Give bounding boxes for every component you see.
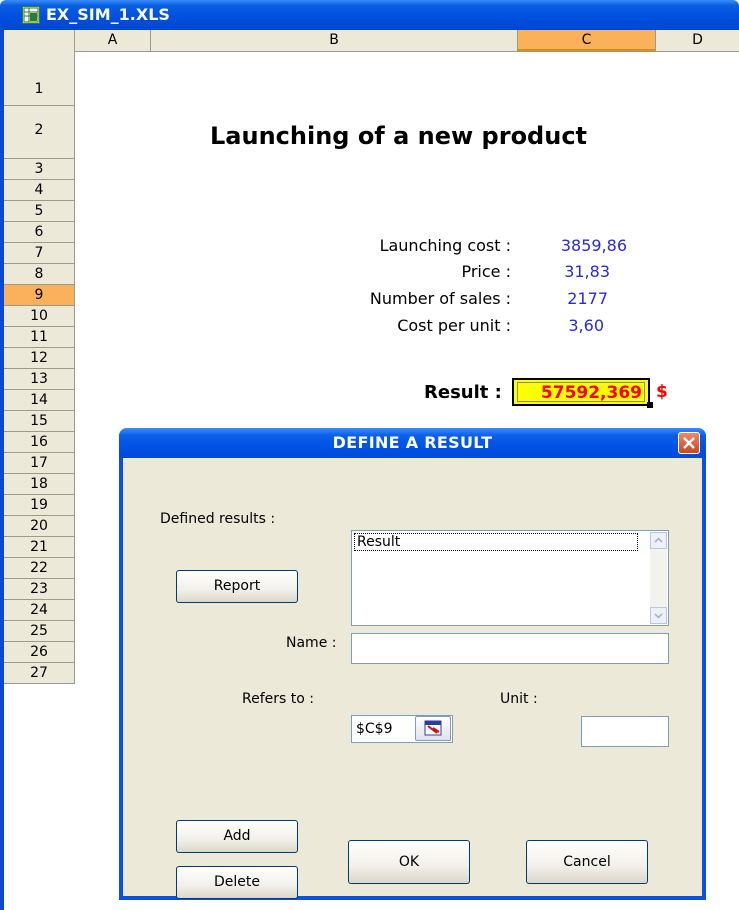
- row-header[interactable]: 13: [4, 369, 75, 390]
- launching-cost-value[interactable]: 3859,86: [561, 236, 627, 255]
- row-header[interactable]: 5: [4, 201, 75, 222]
- row-header[interactable]: 4: [4, 180, 75, 201]
- number-of-sales-value[interactable]: 2177: [567, 289, 608, 308]
- fill-handle[interactable]: [647, 402, 653, 408]
- select-all-corner[interactable]: [4, 30, 75, 51]
- scroll-down-button[interactable]: [650, 607, 667, 624]
- close-icon: [683, 437, 695, 449]
- row-header[interactable]: 21: [4, 537, 75, 558]
- row-header[interactable]: 27: [4, 663, 75, 684]
- row-header[interactable]: 22: [4, 558, 75, 579]
- row-header[interactable]: 7: [4, 243, 75, 264]
- excel-sheet-icon: [22, 6, 40, 24]
- name-label: Name :: [286, 635, 337, 651]
- row-header[interactable]: 25: [4, 621, 75, 642]
- define-result-dialog: DEFINE A RESULT Defined results : Result: [119, 428, 706, 900]
- column-headers: A B C D: [4, 30, 739, 52]
- list-item[interactable]: Result: [354, 533, 638, 551]
- defined-results-label: Defined results :: [160, 511, 276, 527]
- row-header[interactable]: 12: [4, 348, 75, 369]
- column-header-a[interactable]: A: [75, 30, 151, 51]
- delete-button[interactable]: Delete: [176, 866, 298, 899]
- dialog-title: DEFINE A RESULT: [332, 433, 493, 452]
- row-header[interactable]: 2: [4, 106, 75, 159]
- cancel-button[interactable]: Cancel: [526, 840, 648, 884]
- result-value: 57592,369: [517, 382, 645, 403]
- row-header[interactable]: 26: [4, 642, 75, 663]
- number-of-sales-label[interactable]: Number of sales :: [370, 289, 511, 308]
- list-scrollbar[interactable]: [650, 532, 667, 624]
- row-header[interactable]: 19: [4, 495, 75, 516]
- price-value[interactable]: 31,83: [564, 262, 610, 281]
- ok-button[interactable]: OK: [348, 840, 470, 884]
- column-header-b[interactable]: B: [151, 30, 518, 51]
- launching-cost-label[interactable]: Launching cost :: [380, 236, 511, 255]
- cost-per-unit-label[interactable]: Cost per unit :: [397, 316, 511, 335]
- range-picker-button[interactable]: [415, 716, 451, 741]
- report-button[interactable]: Report: [176, 570, 298, 603]
- row-header-selected[interactable]: 9: [4, 285, 75, 306]
- row-header[interactable]: 6: [4, 222, 75, 243]
- scroll-up-button[interactable]: [650, 532, 667, 549]
- window-title: EX_SIM_1.XLS: [46, 5, 170, 24]
- dialog-body: Defined results : Result Report Name : R…: [123, 458, 702, 899]
- name-input[interactable]: [351, 633, 669, 664]
- row-header[interactable]: 15: [4, 411, 75, 432]
- result-cell-c9[interactable]: 57592,369: [512, 378, 650, 406]
- sheet-title[interactable]: Launching of a new product: [210, 122, 587, 150]
- row-header[interactable]: 18: [4, 474, 75, 495]
- refers-to-label: Refers to :: [242, 691, 314, 707]
- row-header[interactable]: 20: [4, 516, 75, 537]
- unit-input[interactable]: [581, 716, 669, 747]
- window-titlebar[interactable]: EX_SIM_1.XLS: [0, 0, 739, 30]
- defined-results-list[interactable]: Result: [351, 530, 669, 626]
- unit-label: Unit :: [500, 691, 538, 707]
- row-header[interactable]: 16: [4, 432, 75, 453]
- row-header[interactable]: 24: [4, 600, 75, 621]
- add-button[interactable]: Add: [176, 820, 298, 853]
- chevron-down-icon: [654, 613, 663, 619]
- result-unit[interactable]: $: [656, 382, 668, 402]
- column-header-c[interactable]: C: [518, 30, 656, 51]
- row-header[interactable]: 10: [4, 306, 75, 327]
- row-header[interactable]: 1: [4, 51, 75, 106]
- cost-per-unit-value[interactable]: 3,60: [568, 316, 604, 335]
- row-header[interactable]: 14: [4, 390, 75, 411]
- row-header[interactable]: 8: [4, 264, 75, 285]
- dialog-titlebar[interactable]: DEFINE A RESULT: [119, 428, 706, 458]
- row-header[interactable]: 23: [4, 579, 75, 600]
- row-header[interactable]: 17: [4, 453, 75, 474]
- result-label[interactable]: Result :: [424, 382, 502, 403]
- column-header-d[interactable]: D: [656, 30, 739, 51]
- close-button[interactable]: [678, 432, 700, 454]
- row-header[interactable]: 11: [4, 327, 75, 348]
- chevron-up-icon: [654, 537, 663, 543]
- price-label[interactable]: Price :: [461, 262, 511, 281]
- row-header[interactable]: 3: [4, 159, 75, 180]
- range-select-icon: [424, 720, 442, 736]
